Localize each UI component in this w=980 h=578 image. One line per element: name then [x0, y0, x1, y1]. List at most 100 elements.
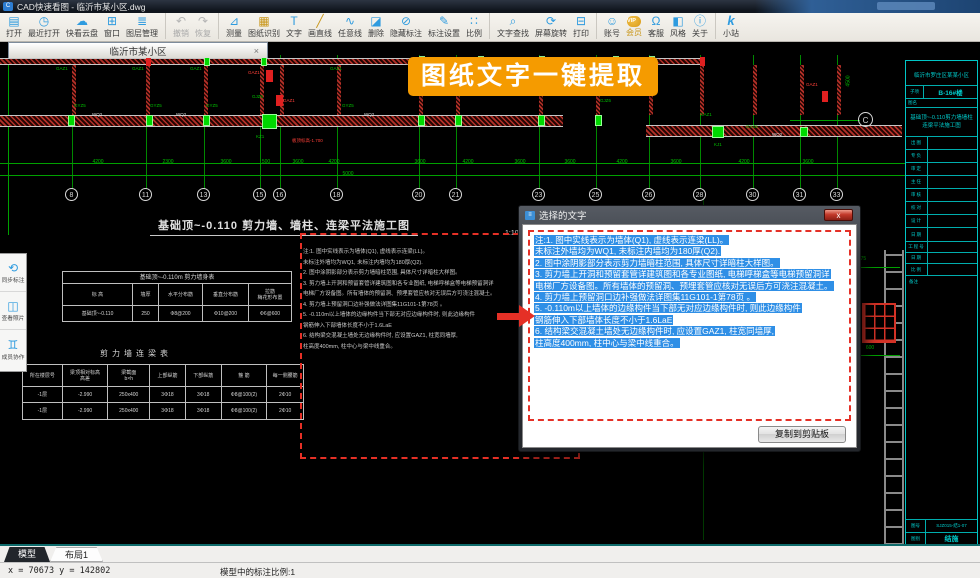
toolbar-button[interactable]: ⊿ 测量 [223, 13, 245, 39]
left-panel-icon: ◫ [7, 299, 18, 313]
toolbar-button[interactable]: ╱ 画直线 [305, 13, 335, 39]
dimension-text: 4200 [738, 159, 749, 165]
tab-close-icon[interactable]: × [254, 46, 259, 56]
left-panel-button[interactable]: ♊ 成员协作 [0, 330, 26, 368]
toolbar-button[interactable]: ⊘ 隐藏标注 [387, 13, 425, 39]
dimension-text: 500 [262, 159, 270, 165]
titleblock-row-value [928, 253, 977, 263]
status-bar: x = 70673 y = 142802 模型中的标注比例:1 [0, 562, 980, 578]
toolbar-button[interactable]: ◷ 最近打开 [25, 13, 63, 39]
document-tab[interactable]: 临沂市某小区 × [8, 42, 268, 58]
toolbar-button[interactable]: ⟳ 屏幕旋转 [532, 13, 570, 39]
dialog-title-bar[interactable]: ≡ 选择的文字 [519, 206, 860, 224]
toolbar-button-label: 文字查找 [497, 28, 529, 39]
axis-bubble: 18 [330, 188, 343, 201]
sheet-name-label: 图名 [906, 99, 977, 108]
toolbar-button-icon: ∿ [345, 14, 355, 28]
selected-text-dialog[interactable]: ≡ 选择的文字 x 注:1. 图中实线表示为墙体(Q1), 虚线表示连梁(LL)… [518, 205, 861, 452]
table-cell: Φ10@200 [203, 306, 249, 321]
toolbar-button-icon: ⌕ [510, 14, 517, 28]
sheet-title: 基础顶~-0.110剪力墙墙柱 连梁平法施工图 [906, 108, 977, 137]
toolbar-button-label: 打印 [573, 28, 589, 39]
table-cell: Φ8@100(2) [222, 403, 268, 419]
toolbar-button-icon: ▦ [258, 14, 269, 28]
wall-tag-label: GYZ5 [74, 103, 86, 108]
titleblock-row-label: 比例 [906, 264, 928, 275]
toolbar-button[interactable]: ⊟ 打印 [570, 13, 597, 39]
wall-tag-label: GYZ5 [342, 103, 354, 108]
toolbar-button[interactable]: ⊞ 窗口 [101, 13, 123, 39]
toolbar-button-icon: ⊟ [576, 14, 586, 28]
left-panel-button[interactable]: ⟲ 同步标注 [0, 254, 26, 292]
table-cell: 拉筋 梅花形布置 [249, 284, 291, 306]
titleblock-row: 比例 [906, 264, 977, 275]
wall-tag-label: WQ2 [364, 112, 374, 117]
toolbar-button[interactable]: ✎ 标注设置 [425, 13, 463, 39]
left-panel-button[interactable]: ◫ 查看照片 [0, 292, 26, 330]
remark-label: 备注 [909, 279, 918, 285]
table-cell: 梁顶相对标高 高差 [63, 365, 109, 387]
toolbar-button-label: 图纸识别 [248, 28, 280, 39]
tab-model[interactable]: 模型 [4, 547, 50, 562]
wall-tag-label: GAZ1 [190, 66, 202, 71]
table-cell: 箍 筋 [222, 365, 268, 387]
toolbar-button[interactable]: ☺ 账号 [601, 13, 623, 39]
extracted-text-area[interactable]: 注:1. 图中实线表示为墙体(Q1), 虚线表示连梁(LL)。未标注外墙均为WQ… [528, 230, 851, 421]
toolbar-button[interactable]: ▦ 图纸识别 [245, 13, 283, 39]
toolbar-button[interactable]: T 文字 [283, 13, 305, 39]
copy-to-clipboard-button[interactable]: 复制到剪贴板 [758, 426, 846, 443]
window-title: CAD快速看图 - 临沂市某小区.dwg [17, 1, 145, 13]
toolbar-button[interactable]: ∿ 任意线 [335, 13, 365, 39]
column-marker-red [146, 57, 151, 66]
title-bar[interactable]: C CAD快速看图 - 临沂市某小区.dwg [0, 0, 980, 13]
axis-bubble: 20 [412, 188, 425, 201]
titleblock-row-value [928, 137, 977, 149]
toolbar-button[interactable]: ◪ 删除 [365, 13, 387, 39]
axis-bubble: 16 [273, 188, 286, 201]
toolbar-button[interactable]: ◧ 风格 [667, 13, 689, 39]
extracted-text-line: 6. 结构梁交混凝土墙处无边缘构件时, 应设置GAZ1, 柱宽同墙厚, [534, 326, 845, 337]
toolbar-button[interactable]: ∷ 比例 [463, 13, 490, 39]
extracted-text-line: 电梯厂方设备图。所有墙体的预留洞、预埋套管应核对无误后方可浇注混凝土。 [534, 281, 845, 292]
toolbar-button-label: 画直线 [308, 28, 332, 39]
toolbar-button[interactable]: VIP 会员 [623, 13, 645, 38]
toolbar-button-label: 快看云盘 [66, 28, 98, 39]
toolbar-button-icon: ≣ [137, 14, 147, 28]
toolbar-button-label: 会员 [626, 27, 642, 38]
toolbar-button-label: 关于 [692, 28, 708, 39]
titleblock-row-value [928, 176, 977, 188]
toolbar-button-icon: ◪ [370, 14, 381, 28]
toolbar-button[interactable]: ⌕ 文字查找 [494, 13, 532, 39]
dialog-body: 注:1. 图中实线表示为墙体(Q1), 虚线表示连梁(LL)。未标注外墙均为WQ… [522, 224, 857, 448]
toolbar-button-icon: ⟳ [546, 14, 556, 28]
dialog-close-button[interactable]: x [824, 209, 853, 221]
dimension-line [0, 175, 905, 176]
toolbar-button[interactable]: ☁ 快看云盘 [63, 13, 101, 39]
dialog-title: 选择的文字 [539, 208, 587, 222]
dimension-text: 4500 [846, 75, 852, 86]
toolbar-button[interactable]: k 小站 [720, 13, 742, 39]
toolbar-button[interactable]: ↷ 恢复 [192, 13, 219, 39]
column-marker [800, 127, 808, 137]
titlebar-pill [877, 2, 935, 10]
table-cell: 每一侧腰筋 [267, 365, 303, 387]
tab-layout1[interactable]: 布局1 [50, 547, 103, 562]
extracted-text-line: 注:1. 图中实线表示为墙体(Q1), 虚线表示连梁(LL)。 [534, 235, 845, 246]
column-marker [418, 115, 425, 126]
toolbar-button[interactable]: ↶ 撤销 [170, 13, 192, 39]
toolbar-button-label: 图层管理 [126, 28, 158, 39]
toolbar-button[interactable]: ≣ 图层管理 [123, 13, 166, 39]
titleblock-row: 专负 [906, 150, 977, 163]
column-marker-red [822, 91, 828, 102]
table-cell: 所在楼层号 [23, 365, 63, 387]
toolbar-button[interactable]: ▤ 打开 [3, 13, 25, 39]
sheet-category-value: 结施 [926, 534, 977, 544]
axis-bubble: 21 [449, 188, 462, 201]
toolbar-button[interactable]: Ω 客服 [645, 13, 667, 39]
column-marker [146, 115, 153, 126]
toolbar-button-icon: ∷ [470, 14, 478, 28]
dimension-line [0, 163, 905, 164]
toolbar-button-icon: ↶ [176, 14, 186, 28]
highlighted-text: 柱高度400mm, 柱中心与梁中线重合。 [534, 338, 680, 348]
toolbar-button[interactable]: ⓘ 关于 [689, 13, 716, 39]
